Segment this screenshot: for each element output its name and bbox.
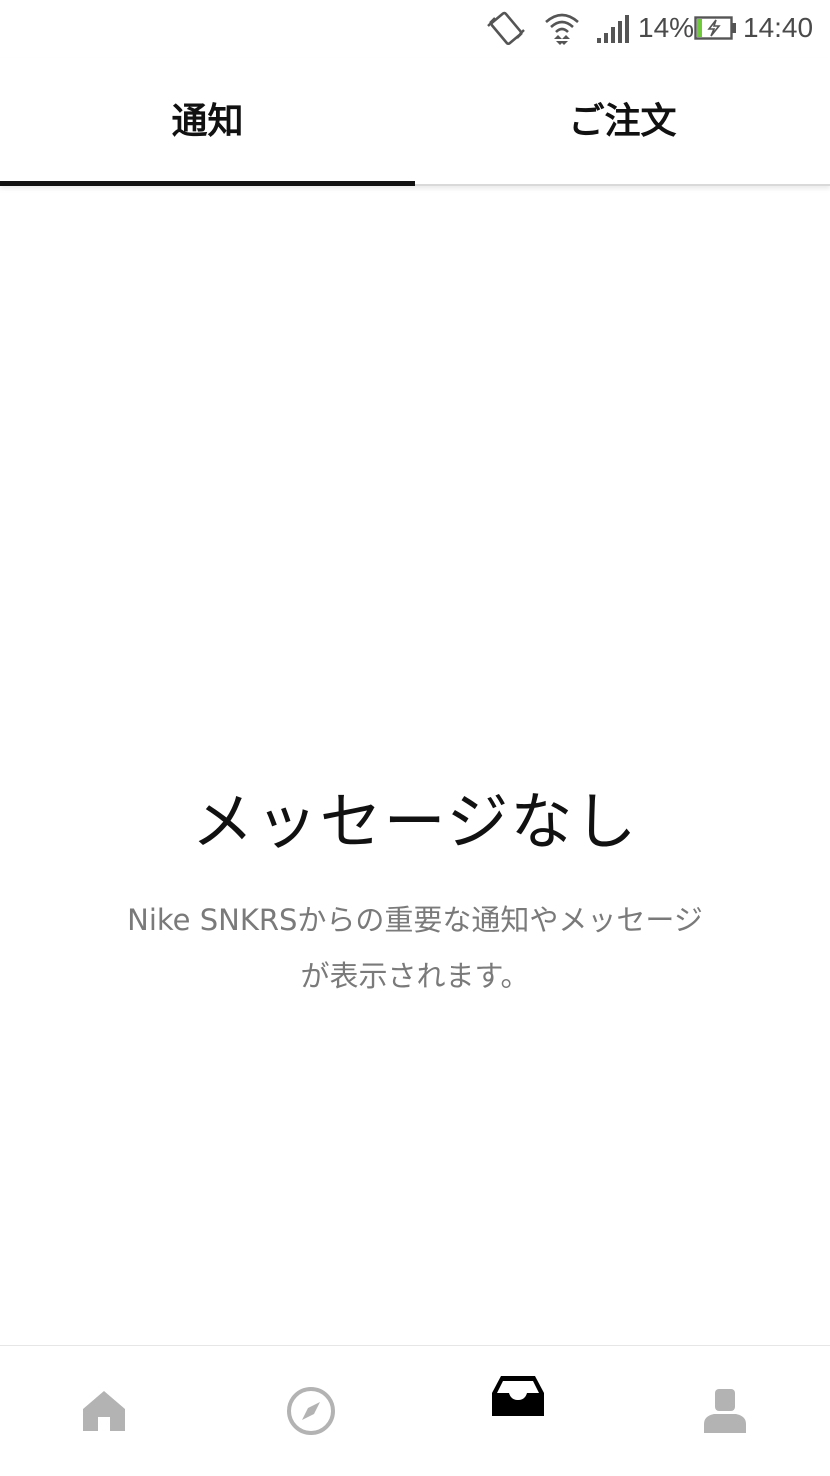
- vibrate-icon: [486, 8, 526, 48]
- tab-notifications[interactable]: 通知: [0, 58, 415, 186]
- compass-icon: [286, 1387, 335, 1435]
- nav-inbox[interactable]: [414, 1346, 621, 1476]
- home-icon: [82, 1391, 125, 1431]
- tab-orders-label: ご注文: [568, 101, 677, 142]
- clock: 14:40: [743, 12, 814, 43]
- bottom-navigation: [0, 1345, 830, 1476]
- nav-discover[interactable]: [207, 1346, 414, 1476]
- tab-orders[interactable]: ご注文: [415, 58, 830, 184]
- signal-icon: [596, 8, 632, 48]
- active-tab-indicator: [0, 181, 415, 186]
- nav-home[interactable]: [0, 1346, 207, 1476]
- tab-notifications-label: 通知: [171, 101, 244, 142]
- status-bar: 14% 14:40: [0, 0, 830, 58]
- nav-profile[interactable]: [621, 1346, 828, 1476]
- empty-state-title: メッセージなし: [191, 785, 639, 858]
- tab-bar: 通知 ご注文: [0, 58, 830, 186]
- inbox-icon: [491, 1376, 544, 1416]
- empty-state-description: Nike SNKRSからの重要な通知やメッセージが表示されます。: [127, 903, 703, 993]
- battery-charging-icon: [694, 8, 738, 48]
- wifi-icon: [542, 8, 582, 48]
- battery-percent: 14%: [638, 12, 695, 43]
- profile-icon: [703, 1389, 746, 1433]
- empty-state: メッセージなし Nike SNKRSからの重要な通知やメッセージが表示されます。: [0, 780, 830, 1004]
